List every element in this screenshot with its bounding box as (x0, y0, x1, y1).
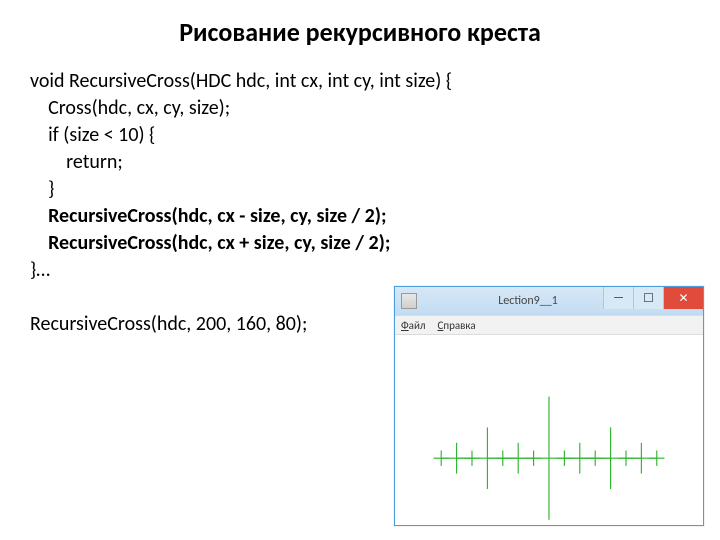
app-icon (401, 293, 417, 309)
menu-file-rest: айл (409, 319, 426, 332)
minimize-button[interactable]: — (603, 287, 633, 309)
maximize-button[interactable]: ☐ (633, 287, 663, 309)
slide: Рисование рекурсивного креста void Recur… (0, 0, 720, 540)
code-line: void RecursiveCross(HDC hdc, int cx, int… (30, 69, 452, 93)
menu-help[interactable]: Справка (438, 319, 476, 332)
code-line: return; (30, 150, 123, 174)
menu-file[interactable]: Файл (401, 319, 426, 332)
code-line: }… (30, 258, 50, 282)
close-button[interactable]: ✕ (663, 287, 703, 309)
code-line: } (30, 177, 54, 201)
window-controls: — ☐ ✕ (603, 287, 703, 309)
code-line: RecursiveCross(hdc, 200, 160, 80); (30, 312, 307, 336)
menubar: Файл Справка (395, 315, 703, 335)
app-window: Lection9__1 — ☐ ✕ Файл Справка (394, 286, 704, 526)
menu-help-rest: правка (443, 319, 475, 332)
canvas (395, 335, 703, 525)
slide-title: Рисование рекурсивного креста (30, 16, 690, 48)
titlebar[interactable]: Lection9__1 — ☐ ✕ (395, 287, 703, 315)
code-line: RecursiveCross(hdc, cx + size, cy, size … (30, 231, 390, 255)
code-line: if (size < 10) { (30, 123, 155, 147)
menu-file-hotkey: Ф (401, 319, 409, 332)
code-line: RecursiveCross(hdc, cx - size, cy, size … (30, 204, 387, 228)
recursive-cross-drawing (395, 335, 703, 520)
code-line: Cross(hdc, cx, cy, size); (30, 96, 230, 120)
